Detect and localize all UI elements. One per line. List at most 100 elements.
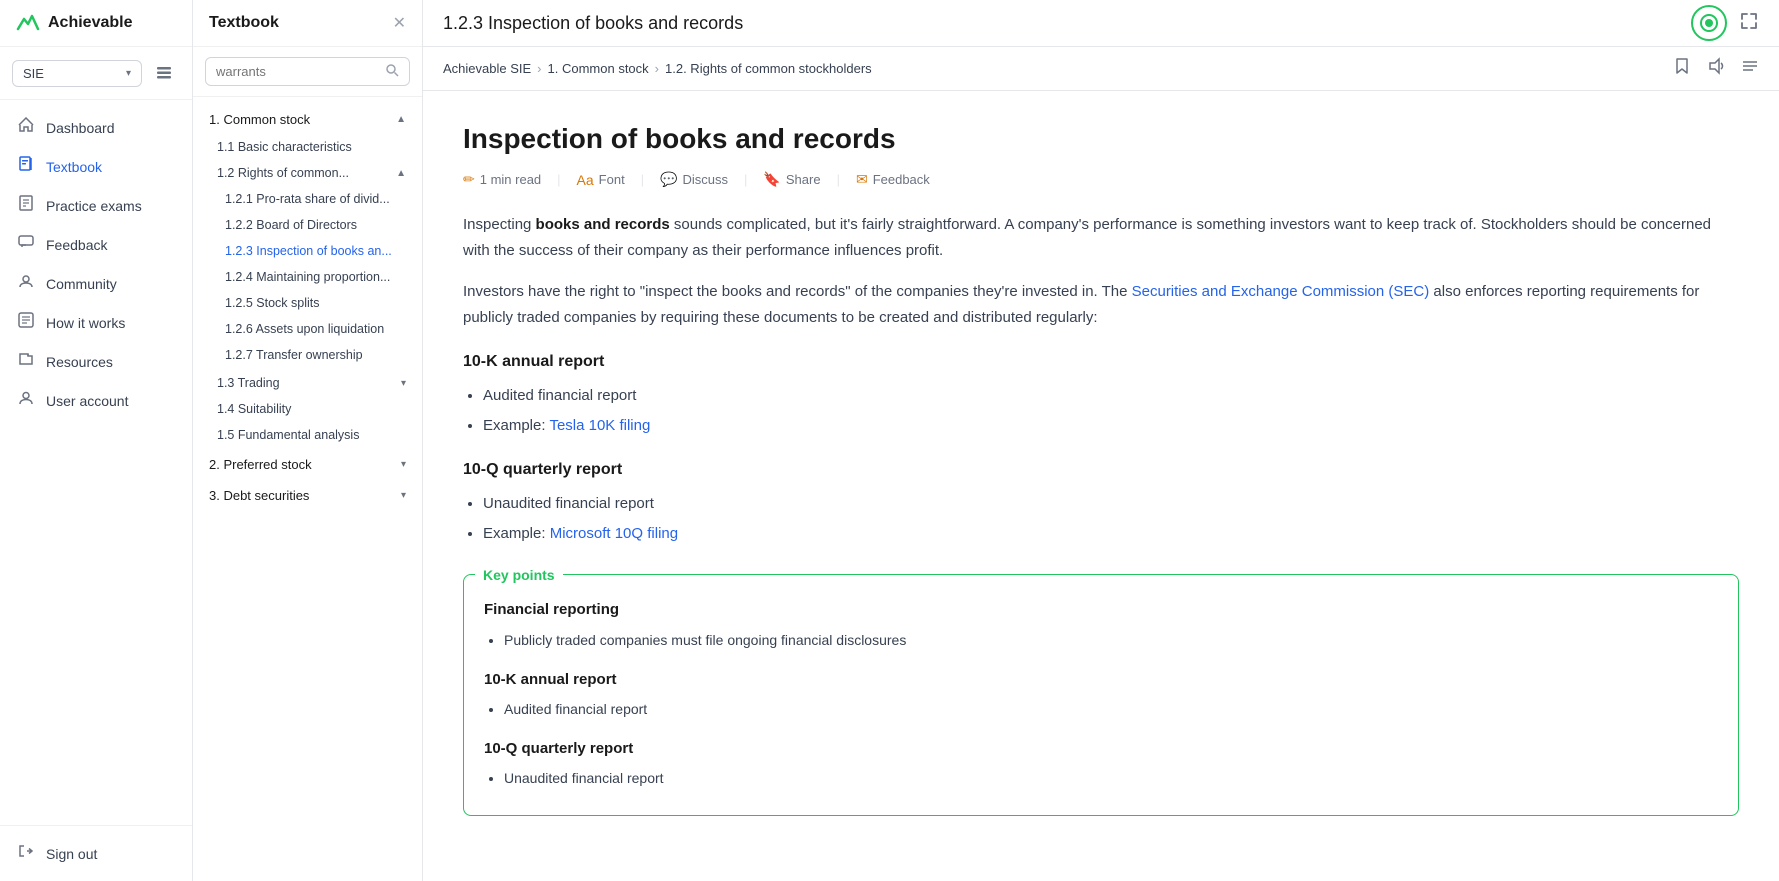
progress-circle-button[interactable] bbox=[1691, 5, 1727, 41]
toc-section-3-header[interactable]: 3. Debt securities ▾ bbox=[193, 481, 422, 510]
kp-10q-heading: 10-Q quarterly report bbox=[484, 736, 1718, 762]
breadcrumb-common-stock[interactable]: 1. Common stock bbox=[548, 61, 649, 76]
sidebar-item-community[interactable]: Community bbox=[0, 264, 192, 303]
share-button[interactable]: 🔖 Share bbox=[763, 171, 820, 188]
toc-section-1: 1. Common stock ▲ 1.1 Basic characterist… bbox=[193, 105, 422, 448]
feedback-button[interactable]: ✉ Feedback bbox=[856, 171, 930, 188]
sidebar-item-how-it-works[interactable]: How it works bbox=[0, 303, 192, 342]
toc-section-2-header[interactable]: 2. Preferred stock ▾ bbox=[193, 450, 422, 479]
sidebar-item-textbook[interactable]: Textbook bbox=[0, 147, 192, 186]
textbook-label: Textbook bbox=[46, 159, 102, 175]
kp-10k-list: Audited financial report bbox=[504, 698, 1718, 722]
toc-section-1-arrow: ▲ bbox=[396, 114, 406, 125]
toc-scroll: 1. Common stock ▲ 1.1 Basic characterist… bbox=[193, 97, 422, 881]
search-input[interactable] bbox=[216, 64, 379, 79]
toc-section-2-label: 2. Preferred stock bbox=[209, 457, 312, 472]
sidebar-item-practice-exams[interactable]: Practice exams bbox=[0, 186, 192, 225]
article-scroll[interactable]: Inspection of books and records ✏ 1 min … bbox=[423, 91, 1779, 881]
report-10q-list: Unaudited financial report Example: Micr… bbox=[483, 491, 1739, 546]
kp-financial-reporting-heading: Financial reporting bbox=[484, 597, 1718, 623]
logo-icon bbox=[16, 11, 40, 36]
toc-item-1-4[interactable]: 1.4 Suitability bbox=[193, 396, 422, 422]
feedback-label: Feedback bbox=[873, 172, 930, 187]
report-10k-heading: 10-K annual report bbox=[463, 348, 1739, 375]
main-content: 1.2.3 Inspection of books and records Ac… bbox=[423, 0, 1779, 881]
breadcrumb: Achievable SIE › 1. Common stock › 1.2. … bbox=[443, 61, 872, 76]
breadcrumb-sep-1: › bbox=[537, 61, 541, 76]
tesla-link[interactable]: Tesla 10K filing bbox=[549, 417, 650, 434]
breadcrumb-rights[interactable]: 1.2. Rights of common stockholders bbox=[665, 61, 872, 76]
report-10q-bullet-2: Example: Microsoft 10Q filing bbox=[483, 521, 1739, 547]
article-meta: ✏ 1 min read | Aa Font | 💬 Discuss | 🔖 S… bbox=[463, 171, 1739, 188]
logo-area: Achievable bbox=[0, 0, 192, 47]
discuss-label: Discuss bbox=[683, 172, 729, 187]
share-icon: 🔖 bbox=[763, 171, 780, 188]
kp-financial-reporting-bullet-1: Publicly traded companies must file ongo… bbox=[504, 629, 1718, 653]
font-button[interactable]: Aa Font bbox=[577, 172, 625, 188]
discuss-icon: 💬 bbox=[660, 171, 677, 188]
report-10k-list: Audited financial report Example: Tesla … bbox=[483, 383, 1739, 438]
subject-label: SIE bbox=[23, 66, 44, 81]
toc-subsection-1-2: 1.2 Rights of common... ▲ 1.2.1 Pro-rata… bbox=[193, 160, 422, 368]
toc-item-1-1[interactable]: 1.1 Basic characteristics bbox=[193, 134, 422, 160]
breadcrumb-achievable-sie[interactable]: Achievable SIE bbox=[443, 61, 531, 76]
toc-item-1-2-6[interactable]: 1.2.6 Assets upon liquidation bbox=[193, 316, 422, 342]
toc-button[interactable] bbox=[1741, 57, 1759, 80]
sidebar-item-resources[interactable]: Resources bbox=[0, 342, 192, 381]
key-points-content: Financial reporting Publicly traded comp… bbox=[464, 575, 1738, 815]
feedback-icon bbox=[16, 234, 36, 255]
report-10k-bullet-1: Audited financial report bbox=[483, 383, 1739, 409]
edit-button[interactable]: ✏ 1 min read bbox=[463, 171, 541, 188]
read-time: 1 min read bbox=[480, 172, 541, 187]
search-icon bbox=[385, 63, 399, 80]
discuss-button[interactable]: 💬 Discuss bbox=[660, 171, 728, 188]
search-input-wrap bbox=[205, 57, 410, 86]
toc-item-1-3[interactable]: 1.3 Trading ▾ bbox=[193, 370, 422, 396]
toc-section-1-header[interactable]: 1. Common stock ▲ bbox=[193, 105, 422, 134]
sidebar-item-feedback[interactable]: Feedback bbox=[0, 225, 192, 264]
textbook-panel: Textbook ✕ 1. Common stock ▲ 1.1 Basic c… bbox=[193, 0, 423, 881]
toc-section-3-arrow: ▾ bbox=[401, 490, 406, 501]
toc-item-1-2-7[interactable]: 1.2.7 Transfer ownership bbox=[193, 342, 422, 368]
microsoft-link[interactable]: Microsoft 10Q filing bbox=[550, 525, 678, 542]
content-page-title: 1.2.3 Inspection of books and records bbox=[443, 13, 743, 34]
sidebar-item-user-account[interactable]: User account bbox=[0, 381, 192, 420]
subject-dropdown[interactable]: SIE ▾ bbox=[12, 60, 142, 87]
textbook-panel-header: Textbook ✕ bbox=[193, 0, 422, 47]
toc-item-1-5[interactable]: 1.5 Fundamental analysis bbox=[193, 422, 422, 448]
toc-item-1-3-label: 1.3 Trading bbox=[217, 376, 280, 390]
toc-item-1-2-5[interactable]: 1.2.5 Stock splits bbox=[193, 290, 422, 316]
expand-button[interactable] bbox=[1739, 11, 1759, 36]
toc-item-1-2-3[interactable]: 1.2.3 Inspection of books an... bbox=[193, 238, 422, 264]
toc-item-1-2-label: 1.2 Rights of common... bbox=[217, 166, 349, 180]
left-sidebar: Achievable SIE ▾ Dashboard bbox=[0, 0, 193, 881]
kp-10k-bullet-1: Audited financial report bbox=[504, 698, 1718, 722]
sign-out-label: Sign out bbox=[46, 846, 97, 862]
practice-exams-icon bbox=[16, 195, 36, 216]
sidebar-item-sign-out[interactable]: Sign out bbox=[0, 834, 192, 873]
how-it-works-label: How it works bbox=[46, 315, 125, 331]
feedback-icon: ✉ bbox=[856, 171, 868, 188]
key-points-container: Key points Financial reporting Publicly … bbox=[463, 574, 1739, 816]
close-textbook-button[interactable]: ✕ bbox=[393, 13, 406, 33]
font-icon: Aa bbox=[577, 172, 594, 188]
sign-out-icon bbox=[16, 843, 36, 864]
toc-item-1-2-arrow: ▲ bbox=[396, 168, 406, 179]
audio-button[interactable] bbox=[1707, 57, 1725, 80]
bookmark-button[interactable] bbox=[1673, 57, 1691, 80]
toc-item-1-2-2[interactable]: 1.2.2 Board of Directors bbox=[193, 212, 422, 238]
toc-item-1-2-4[interactable]: 1.2.4 Maintaining proportion... bbox=[193, 264, 422, 290]
share-label: Share bbox=[786, 172, 821, 187]
kp-10q-bullet-1: Unaudited financial report bbox=[504, 767, 1718, 791]
layers-button[interactable] bbox=[148, 57, 180, 89]
toc-item-1-2-header[interactable]: 1.2 Rights of common... ▲ bbox=[193, 160, 422, 186]
key-points-label: Key points bbox=[483, 574, 555, 583]
sidebar-item-dashboard[interactable]: Dashboard bbox=[0, 108, 192, 147]
resources-icon bbox=[16, 351, 36, 372]
sec-link[interactable]: Securities and Exchange Commission (SEC) bbox=[1132, 283, 1430, 300]
toc-item-1-2-1[interactable]: 1.2.1 Pro-rata share of divid... bbox=[193, 186, 422, 212]
chevron-down-icon: ▾ bbox=[126, 68, 131, 79]
search-area bbox=[193, 47, 422, 97]
toc-section-3-label: 3. Debt securities bbox=[209, 488, 309, 503]
report-10q-heading: 10-Q quarterly report bbox=[463, 456, 1739, 483]
